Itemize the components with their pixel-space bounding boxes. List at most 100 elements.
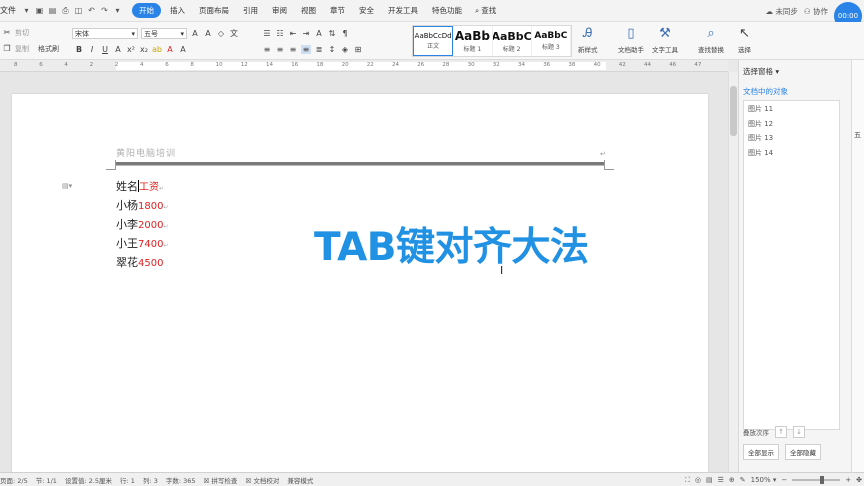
highlight-icon[interactable]: ab xyxy=(152,45,162,54)
selection-pane-title[interactable]: 选择窗格 ▾ xyxy=(743,66,779,77)
move-down-icon[interactable]: ↓ xyxy=(793,426,805,438)
line-spacing-icon[interactable]: ↕ xyxy=(327,45,337,54)
borders-icon[interactable]: ⊞ xyxy=(353,45,363,54)
undo-icon[interactable]: ↶ xyxy=(87,6,96,15)
document-page[interactable]: 黄阳电脑培训 ↵ ▤▾ 姓名工资↵ 小杨1800↵ 小李2000↵ 小王7400↵ 翠花… xyxy=(12,94,708,472)
style-item[interactable]: AaBb 标题 1 xyxy=(453,26,493,56)
fullscreen-icon[interactable]: ⛶ xyxy=(685,476,690,485)
table-row[interactable]: 姓名工资↵ xyxy=(116,180,164,196)
horizontal-ruler[interactable]: 8 6 4 2 2 4 6 8 10 12 14 16 18 20 22 24 26 28 30 32 34 36 38 40… xyxy=(0,60,728,72)
text-tools-button[interactable]: ⚒ 文字工具 xyxy=(652,26,678,54)
tab-3[interactable]: 引用 xyxy=(238,3,263,18)
page-header-text[interactable]: 黄阳电脑培训 xyxy=(116,146,176,159)
status-page[interactable]: 页面: 2/5 xyxy=(0,475,28,485)
align-center-icon[interactable]: ≡ xyxy=(275,45,285,54)
bold-icon[interactable]: B xyxy=(74,45,84,54)
new-style-button[interactable]: Ꭿ 新样式 xyxy=(578,26,598,54)
redo-icon[interactable]: ↷ xyxy=(100,6,109,15)
web-view-icon[interactable]: ⊕ xyxy=(729,476,735,484)
doc-check-toggle[interactable]: ☒ 文档校对 xyxy=(245,475,279,485)
superscript-icon[interactable]: x² xyxy=(126,45,136,54)
status-word-count[interactable]: 字数: 365 xyxy=(166,475,196,485)
grow-font-icon[interactable]: A xyxy=(190,29,200,38)
list-item[interactable]: 图片 11 xyxy=(744,101,839,116)
outline-view-icon[interactable]: ☰ xyxy=(718,476,724,484)
align-left-icon[interactable]: ≡ xyxy=(262,45,272,54)
find-replace-button[interactable]: ⌕ 查找替换 xyxy=(698,26,724,54)
format-painter-button[interactable]: 格式刷 xyxy=(38,44,59,54)
decrease-indent-icon[interactable]: ⇤ xyxy=(288,29,298,38)
sidebar-char[interactable]: 五 xyxy=(854,130,861,140)
layout-options-icon[interactable]: ▤▾ xyxy=(62,182,72,190)
list-item[interactable]: 图片 12 xyxy=(744,116,839,131)
tab-5[interactable]: 视图 xyxy=(296,3,321,18)
distribute-icon[interactable]: ≣ xyxy=(314,45,324,54)
table-row[interactable]: 翠花4500 xyxy=(116,256,163,271)
clear-format-icon[interactable]: ◇ xyxy=(216,29,226,38)
doc-assistant-button[interactable]: ▯ 文档助手 xyxy=(618,26,644,54)
wps-paw-icon[interactable]: ✤ xyxy=(856,476,862,484)
select-button[interactable]: ↖ 选择 xyxy=(738,26,751,54)
tab-0[interactable]: 开始 xyxy=(132,3,161,18)
copy-button[interactable]: 复制 xyxy=(15,44,29,54)
style-item[interactable]: AaBbC 标题 3 xyxy=(532,26,571,56)
table-row[interactable]: 小杨1800↵ xyxy=(116,199,168,215)
sync-status[interactable]: ☁ 未同步 xyxy=(766,6,798,17)
collapse-icon[interactable]: ▾ xyxy=(22,6,31,15)
zoom-in-icon[interactable]: + xyxy=(845,476,851,484)
table-row[interactable]: 小李2000↵ xyxy=(116,218,168,234)
shrink-font-icon[interactable]: A xyxy=(203,29,213,38)
cut-button[interactable]: 剪切 xyxy=(15,28,29,38)
vertical-scrollbar[interactable] xyxy=(728,72,738,472)
export-pdf-icon[interactable]: ▤ xyxy=(48,6,57,15)
bullets-icon[interactable]: ☰ xyxy=(262,29,272,38)
show-marks-icon[interactable]: ¶ xyxy=(340,29,350,38)
cut-icon[interactable]: ✂ xyxy=(2,28,12,37)
zoom-knob[interactable] xyxy=(820,476,825,484)
tab-9[interactable]: 特色功能 xyxy=(427,3,467,18)
increase-indent-icon[interactable]: ⇥ xyxy=(301,29,311,38)
zoom-out-icon[interactable]: − xyxy=(781,476,787,484)
print-icon[interactable]: ⎙ xyxy=(61,6,70,15)
font-color-icon[interactable]: A xyxy=(165,45,175,54)
style-item[interactable]: AaBbCcDd 正文 xyxy=(413,26,454,56)
page-view-icon[interactable]: ▤ xyxy=(706,476,713,484)
list-item[interactable]: 图片 14 xyxy=(744,145,839,160)
shading-icon[interactable]: ◈ xyxy=(340,45,350,54)
font-size-select[interactable]: 五号 ▾ xyxy=(141,28,187,39)
tab-4[interactable]: 审阅 xyxy=(267,3,292,18)
search-command[interactable]: ⌕ 查找 xyxy=(475,5,496,16)
phonetic-icon[interactable]: 文 xyxy=(229,28,239,39)
underline-icon[interactable]: U xyxy=(100,45,110,54)
file-menu[interactable]: 文件 xyxy=(0,5,20,16)
write-mode-icon[interactable]: ✎ xyxy=(740,476,746,484)
eye-protect-icon[interactable]: ◎ xyxy=(695,476,701,484)
copy-icon[interactable]: ❐ xyxy=(2,44,12,53)
tab-6[interactable]: 章节 xyxy=(325,3,350,18)
justify-icon[interactable]: ≡ xyxy=(301,45,311,54)
scroll-thumb[interactable] xyxy=(730,86,737,136)
tab-8[interactable]: 开发工具 xyxy=(383,3,423,18)
font-name-select[interactable]: 宋体 ▾ xyxy=(72,28,138,39)
tab-1[interactable]: 插入 xyxy=(165,3,190,18)
align-right-icon[interactable]: ≡ xyxy=(288,45,298,54)
collab-button[interactable]: ⚇ 协作 xyxy=(804,6,828,17)
dropdown-icon[interactable]: ▾ xyxy=(113,6,122,15)
zoom-slider[interactable] xyxy=(792,476,841,484)
hide-all-button[interactable]: 全部隐藏 xyxy=(785,444,821,460)
tab-7[interactable]: 安全 xyxy=(354,3,379,18)
save-icon[interactable]: ▣ xyxy=(35,6,44,15)
style-item[interactable]: AaBbC 标题 2 xyxy=(493,26,532,56)
chinese-layout-icon[interactable]: A xyxy=(314,29,324,38)
tab-2[interactable]: 页面布局 xyxy=(194,3,234,18)
table-row[interactable]: 小王7400↵ xyxy=(116,237,168,253)
move-up-icon[interactable]: ↑ xyxy=(775,426,787,438)
subscript-icon[interactable]: x₂ xyxy=(139,45,149,54)
show-all-button[interactable]: 全部显示 xyxy=(743,444,779,460)
print-preview-icon[interactable]: ◫ xyxy=(74,6,83,15)
zoom-dropdown[interactable]: 150% ▾ xyxy=(751,476,777,484)
list-item[interactable]: 图片 13 xyxy=(744,130,839,145)
char-shading-icon[interactable]: A xyxy=(178,45,188,54)
strikethrough-icon[interactable]: A xyxy=(113,45,123,54)
numbering-icon[interactable]: ☷ xyxy=(275,29,285,38)
